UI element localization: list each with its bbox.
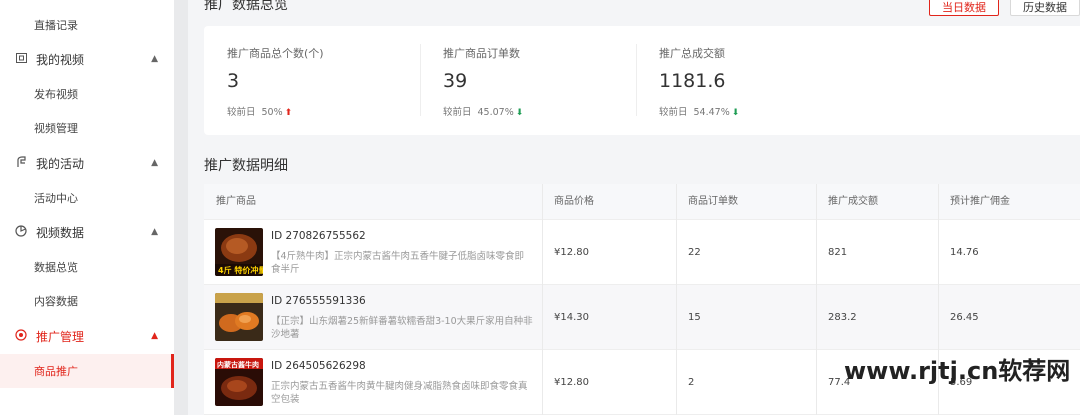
thumb-caption: 4斤 特价冲量 xyxy=(218,265,263,275)
sidebar-item-label: 我的活动 xyxy=(36,156,85,171)
compare-label: 较前日 xyxy=(659,107,688,118)
sidebar-item-video-management[interactable]: 视频管理 xyxy=(0,111,174,145)
stat-promoted-orders: 推广商品订单数 39 较前日 45.07% ⬇ xyxy=(420,26,636,135)
sidebar-item-publish-video[interactable]: 发布视频 xyxy=(0,77,174,111)
stat-compare: 较前日 54.47% ⬇ xyxy=(659,104,739,118)
stat-compare: 较前日 50% ⬆ xyxy=(227,104,292,118)
price-cell: ¥14.30 xyxy=(554,312,589,323)
product-thumbnail[interactable]: 4斤 特价冲量 xyxy=(215,228,263,276)
stat-promoted-products: 推广商品总个数(个) 3 较前日 50% ⬆ xyxy=(204,26,420,135)
product-name[interactable]: 【正宗】山东烟薯25新鲜番薯软糯香甜3-10大果斤家用自种非沙地薯 xyxy=(271,315,533,341)
compare-percent: 45.07% xyxy=(477,107,514,118)
arrow-down-icon: ⬇ xyxy=(515,108,524,118)
stat-compare: 较前日 45.07% ⬇ xyxy=(443,104,523,118)
orders-cell: 22 xyxy=(688,247,701,258)
today-data-button[interactable]: 当日数据 xyxy=(929,0,999,16)
commission-cell: 14.76 xyxy=(950,247,979,258)
sidebar-group-my-videos[interactable]: 我的视频 ▲ xyxy=(0,42,174,76)
sidebar: 直播记录 我的视频 ▲ 发布视频 视频管理 我的活动 ▲ 活动中心 视频数据 ▲… xyxy=(0,0,174,415)
product-thumbnail[interactable] xyxy=(215,293,263,341)
sidebar-group-video-data[interactable]: 视频数据 ▲ xyxy=(0,215,174,249)
sidebar-item-label: 内容数据 xyxy=(34,295,78,308)
table-row[interactable]: 4斤 特价冲量 ID 270826755562 【4斤熟牛肉】正宗内蒙古酱牛肉五… xyxy=(204,220,1080,285)
chevron-up-icon: ▲ xyxy=(151,227,158,237)
watermark: www.rjtj.cn软荐网 xyxy=(844,357,1071,385)
compare-label: 较前日 xyxy=(227,107,256,118)
column-header-commission[interactable]: 预计推广佣金 xyxy=(938,184,1010,220)
stat-label: 推广商品总个数(个) xyxy=(227,47,324,60)
target-icon xyxy=(14,328,28,344)
sidebar-gutter xyxy=(174,0,188,415)
product-id: ID 276555591336 xyxy=(271,295,366,307)
sidebar-item-label: 数据总览 xyxy=(34,261,78,274)
table-row[interactable]: ID 276555591336 【正宗】山东烟薯25新鲜番薯软糯香甜3-10大果… xyxy=(204,285,1080,350)
column-divider xyxy=(676,184,677,415)
stat-value: 39 xyxy=(443,70,468,92)
chevron-up-icon: ▲ xyxy=(151,54,158,64)
commission-cell: 26.45 xyxy=(950,312,979,323)
sidebar-item-label: 我的视频 xyxy=(36,52,85,67)
chevron-up-icon: ▲ xyxy=(151,158,158,168)
pie-chart-icon xyxy=(14,224,28,240)
detail-title: 推广数据明细 xyxy=(204,158,288,174)
arrow-down-icon: ⬇ xyxy=(731,108,740,118)
column-divider xyxy=(542,184,543,415)
activity-icon xyxy=(14,155,28,171)
sidebar-group-promotion-management[interactable]: 推广管理 ▲ xyxy=(0,319,174,353)
sidebar-item-label: 视频管理 xyxy=(34,122,78,135)
orders-cell: 15 xyxy=(688,312,701,323)
column-header-gmv[interactable]: 推广成交额 xyxy=(816,184,878,220)
orders-cell: 2 xyxy=(688,377,695,388)
product-name[interactable]: 【4斤熟牛肉】正宗内蒙古酱牛肉五香牛腱子低脂卤味零食即食半斤 xyxy=(271,250,533,276)
column-header-orders[interactable]: 商品订单数 xyxy=(676,184,738,220)
price-cell: ¥12.80 xyxy=(554,377,589,388)
sidebar-item-label: 推广管理 xyxy=(36,329,85,344)
stat-label: 推广商品订单数 xyxy=(443,47,520,60)
sidebar-item-live-records[interactable]: 直播记录 xyxy=(0,8,174,42)
sidebar-item-product-promotion[interactable]: 商品推广 xyxy=(0,354,174,388)
column-header-product[interactable]: 推广商品 xyxy=(204,184,256,220)
product-id: ID 264505626298 xyxy=(271,360,366,372)
sidebar-item-data-overview[interactable]: 数据总览 xyxy=(0,250,174,284)
overview-card: 推广商品总个数(个) 3 较前日 50% ⬆ 推广商品订单数 39 较前日 45.07… xyxy=(204,26,1080,135)
column-divider xyxy=(816,184,817,415)
sidebar-item-label: 商品推广 xyxy=(34,365,78,378)
overview-title: 推广数据总览 xyxy=(204,0,288,13)
sidebar-item-label: 发布视频 xyxy=(34,88,78,101)
history-data-button[interactable]: 历史数据 xyxy=(1010,0,1080,16)
gmv-cell: 821 xyxy=(828,247,848,258)
sidebar-item-label: 直播记录 xyxy=(34,19,78,32)
compare-percent: 50% xyxy=(261,107,283,118)
sidebar-item-content-data[interactable]: 内容数据 xyxy=(0,284,174,318)
chevron-up-icon: ▲ xyxy=(151,331,158,341)
product-id: ID 270826755562 xyxy=(271,230,366,242)
compare-percent: 54.47% xyxy=(693,107,730,118)
sidebar-group-my-activities[interactable]: 我的活动 ▲ xyxy=(0,146,174,180)
table-header: 推广商品 商品价格 商品订单数 推广成交额 预计推广佣金 xyxy=(204,184,1080,220)
sidebar-item-label: 视频数据 xyxy=(36,225,85,240)
stat-label: 推广总成交额 xyxy=(659,47,725,60)
product-thumbnail[interactable]: 内蒙古酱牛肉 xyxy=(215,358,263,406)
arrow-up-icon: ⬆ xyxy=(284,108,293,118)
sidebar-item-activity-center[interactable]: 活动中心 xyxy=(0,181,174,215)
sidebar-item-label: 活动中心 xyxy=(34,192,78,205)
stat-promoted-gmv: 推广总成交额 1181.6 较前日 54.47% ⬇ xyxy=(636,26,852,135)
video-frame-icon xyxy=(14,52,28,66)
stat-value: 1181.6 xyxy=(659,70,726,92)
product-name[interactable]: 正宗内蒙古五香酱牛肉黄牛腱肉健身减脂熟食卤味即食零食真空包装 xyxy=(271,380,533,406)
gmv-cell: 283.2 xyxy=(828,312,857,323)
column-header-price[interactable]: 商品价格 xyxy=(542,184,594,220)
compare-label: 较前日 xyxy=(443,107,472,118)
thumb-caption: 内蒙古酱牛肉 xyxy=(217,360,259,369)
stat-value: 3 xyxy=(227,70,240,92)
price-cell: ¥12.80 xyxy=(554,247,589,258)
